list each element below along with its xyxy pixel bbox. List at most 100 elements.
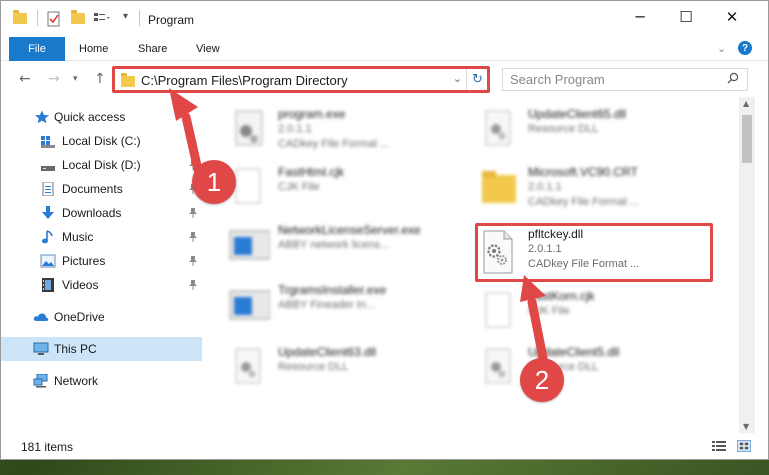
- file-item[interactable]: UpdateClient5.dll Resource DLL: [476, 341, 716, 397]
- file-item[interactable]: UpdateClient63.dll Resource DLL: [226, 341, 466, 397]
- pin-icon[interactable]: [189, 280, 197, 290]
- sidebar-item-downloads[interactable]: Downloads: [1, 201, 202, 225]
- file-type: CJK File: [528, 305, 570, 317]
- sidebar-item-label: Network: [54, 374, 99, 388]
- forward-arrow-icon[interactable]: →: [48, 71, 60, 87]
- file-name: Microsoft.VC90.CRT: [528, 165, 638, 179]
- new-folder-icon[interactable]: [71, 10, 85, 25]
- sidebar-item-local-disk-d[interactable]: Local Disk (D:): [1, 153, 202, 177]
- sidebar-item-documents[interactable]: Documents: [1, 177, 202, 201]
- maximize-button[interactable]: ☐: [663, 1, 709, 33]
- file-item[interactable]: UpdateClient65.dll Resource DLL: [476, 103, 716, 159]
- file-item[interactable]: NetworkLicenseServer.exe ABBY network li…: [226, 219, 466, 275]
- sidebar-item-quick-access[interactable]: Quick access: [1, 105, 202, 129]
- pin-icon[interactable]: [189, 136, 197, 146]
- scroll-up-icon[interactable]: ▲: [743, 99, 749, 108]
- file-icon: [485, 292, 511, 328]
- network-icon: [33, 374, 48, 388]
- tab-share[interactable]: Share: [138, 37, 167, 61]
- star-icon: [35, 110, 49, 124]
- file-highlight: [475, 223, 713, 282]
- dll-icon: [485, 348, 511, 384]
- pin-icon[interactable]: [189, 256, 197, 266]
- sidebar-item-music[interactable]: Music: [1, 225, 202, 249]
- downloads-icon: [42, 206, 54, 219]
- back-arrow-icon[interactable]: ←: [19, 71, 31, 87]
- pictures-icon: [40, 254, 56, 268]
- computer-icon: [33, 342, 49, 355]
- callout-badge-2: 2: [520, 358, 564, 402]
- file-item[interactable]: Microsoft.VC90.CRT 2.0.1.1 CADkey File F…: [476, 161, 716, 217]
- file-list: program.exe 2.0.1.1 CADkey File Format .…: [206, 97, 739, 433]
- file-name: UpdateClient5.dll: [528, 345, 620, 359]
- file-version: 2.0.1.1: [278, 123, 312, 135]
- view-options-icon[interactable]: [93, 11, 110, 25]
- documents-icon: [42, 182, 54, 196]
- minimize-button[interactable]: ─: [617, 1, 663, 33]
- sidebar-item-pictures[interactable]: Pictures: [1, 249, 202, 273]
- up-arrow-icon[interactable]: ↑: [94, 71, 106, 87]
- tab-file[interactable]: File: [9, 37, 65, 61]
- expand-ribbon-icon[interactable]: ⌄: [717, 42, 726, 55]
- sidebar-item-onedrive[interactable]: OneDrive: [1, 305, 202, 329]
- pin-icon[interactable]: [189, 208, 197, 218]
- details-view-icon[interactable]: [712, 440, 726, 452]
- scroll-down-icon[interactable]: ▼: [743, 422, 749, 431]
- sidebar-item-label: OneDrive: [54, 310, 105, 324]
- sidebar-item-this-pc[interactable]: This PC: [1, 337, 202, 361]
- sidebar-item-label: Local Disk (D:): [62, 158, 141, 172]
- application-icon: [229, 290, 270, 320]
- file-name: FastKorn.cjk: [528, 289, 595, 303]
- file-type: CADkey File Format ...: [278, 138, 390, 150]
- close-button[interactable]: ✕: [709, 1, 755, 33]
- file-item[interactable]: TrgramsInstaller.exe ABBY Fineader In...: [226, 279, 466, 335]
- file-item[interactable]: FastHtml.cjk CJK File: [226, 161, 466, 217]
- sidebar-item-label: Pictures: [62, 254, 106, 268]
- explorer-window: ▾ Program ─ ☐ ✕ File Home Share View ⌄ ?…: [0, 0, 769, 460]
- file-name: program.exe: [278, 107, 346, 121]
- navigation-pane: Quick access Local Disk (C:) Local Disk …: [1, 97, 206, 433]
- quick-access-dropdown-icon[interactable]: ▾: [123, 11, 137, 25]
- file-name: TrgramsInstaller.exe: [278, 283, 387, 297]
- window-title: Program: [148, 13, 195, 27]
- sidebar-item-local-disk-c[interactable]: Local Disk (C:): [1, 129, 202, 153]
- file-item[interactable]: program.exe 2.0.1.1 CADkey File Format .…: [226, 103, 466, 159]
- sidebar-item-label: Local Disk (C:): [62, 134, 141, 148]
- file-description: ABBY Fineader In...: [278, 299, 376, 311]
- sidebar-item-videos[interactable]: Videos: [1, 273, 202, 297]
- title-bar: ▾ Program ─ ☐ ✕: [1, 1, 768, 37]
- file-name: FastHtml.cjk: [278, 165, 344, 179]
- cloud-icon: [33, 313, 49, 321]
- sidebar-item-label: Music: [62, 230, 94, 244]
- sidebar-item-network[interactable]: Network: [1, 369, 202, 393]
- sidebar-item-label: This PC: [54, 342, 97, 356]
- ribbon-tabs: File Home Share View ⌄ ?: [1, 37, 768, 61]
- videos-icon: [42, 278, 54, 292]
- address-highlight: [112, 66, 490, 93]
- file-description: Resource DLL: [278, 361, 349, 373]
- item-count: 181 items: [21, 440, 74, 454]
- divider: [139, 10, 140, 26]
- drive-icon: [41, 136, 55, 148]
- search-icon: [727, 72, 739, 84]
- search-input[interactable]: [503, 69, 718, 90]
- file-name: UpdateClient65.dll: [528, 107, 627, 121]
- vertical-scrollbar[interactable]: ▲ ▼: [739, 97, 755, 433]
- sidebar-item-label: Downloads: [62, 206, 122, 220]
- tab-view[interactable]: View: [196, 37, 220, 61]
- tab-home[interactable]: Home: [79, 37, 108, 61]
- navigation-bar: ← → ▾ ↑ C:\Program Files\Program Directo…: [1, 63, 768, 95]
- pin-icon[interactable]: [189, 232, 197, 242]
- file-item[interactable]: FastKorn.cjk CJK File: [476, 285, 716, 341]
- dll-icon: [485, 110, 511, 146]
- search-box[interactable]: [502, 68, 748, 91]
- file-name: UpdateClient63.dll: [278, 345, 377, 359]
- folder-icon: [13, 10, 27, 25]
- scrollbar-thumb[interactable]: [742, 115, 752, 163]
- help-icon[interactable]: ?: [738, 41, 752, 55]
- properties-icon[interactable]: [47, 11, 61, 27]
- music-icon: [42, 230, 53, 244]
- recent-locations-icon[interactable]: ▾: [73, 74, 78, 84]
- file-version: 2.0.1.1: [528, 181, 562, 193]
- large-icons-view-icon[interactable]: [737, 440, 751, 452]
